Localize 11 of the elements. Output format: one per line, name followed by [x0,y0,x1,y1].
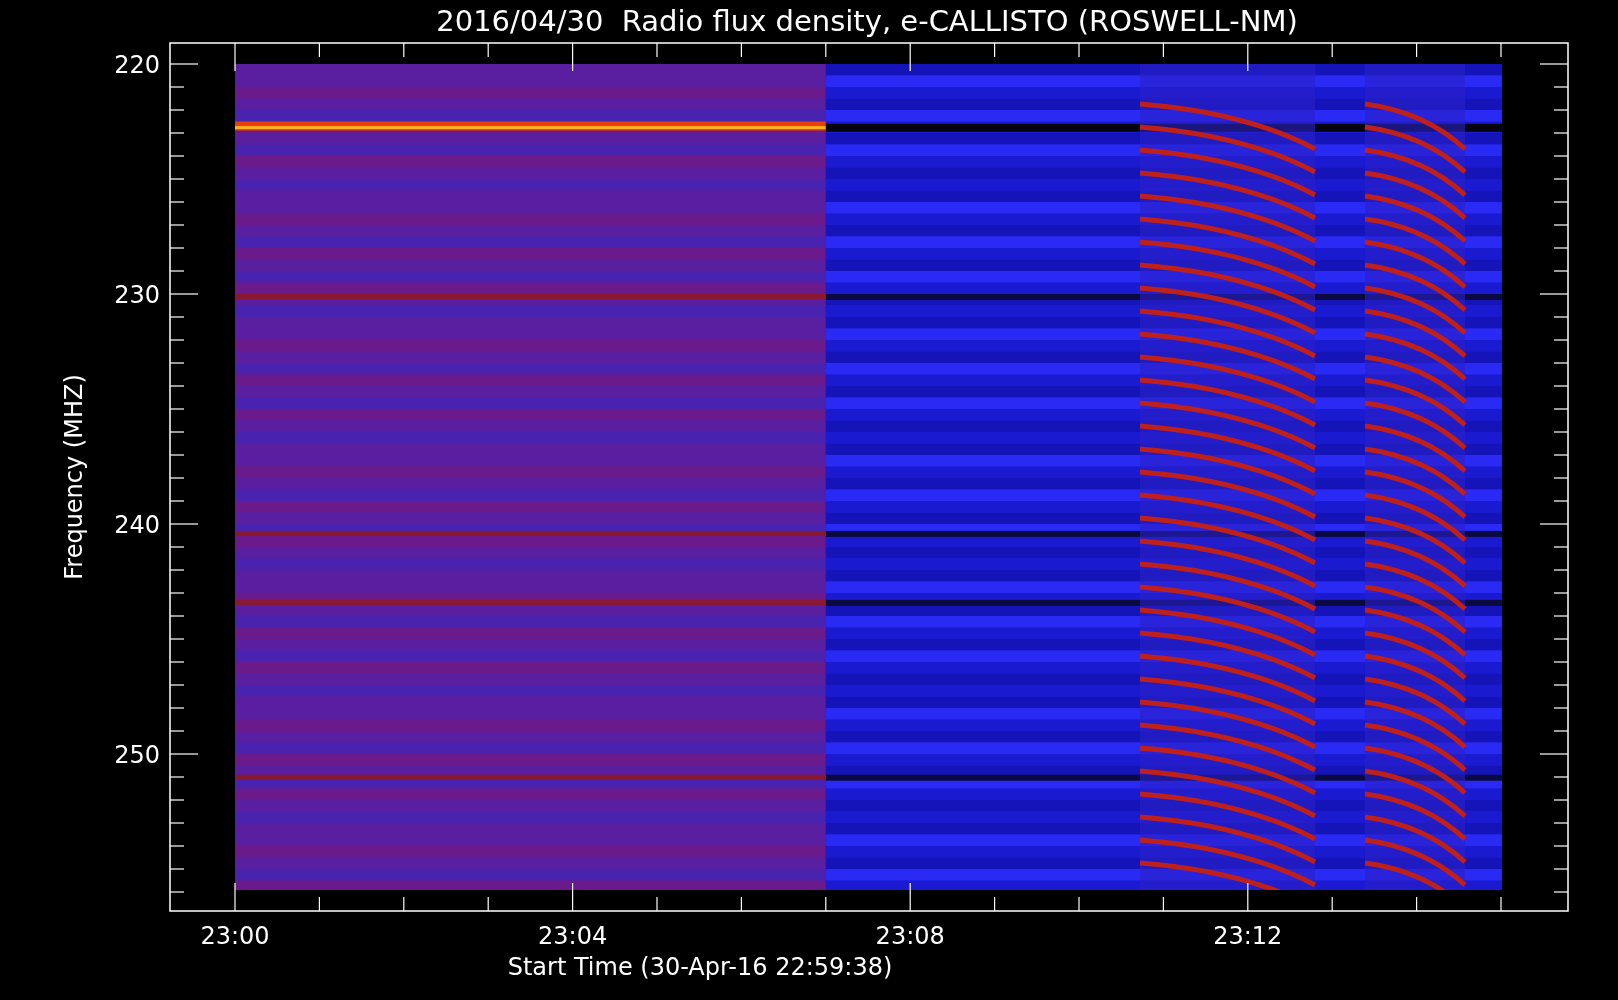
x-axis-label: Start Time (30-Apr-16 22:59:38) [507,953,893,981]
x-tick-label: 23:08 [875,922,945,950]
y-axis-label: Frequency (MHZ) [60,374,88,580]
chart-title: 2016/04/30 Radio flux density, e-CALLISTO (ROSWELL-NM) [436,4,1298,38]
x-tick-label: 23:04 [538,922,608,950]
y-tick-label: 250 [114,741,160,769]
y-tick-label: 220 [114,51,160,79]
y-tick-label: 230 [114,281,160,309]
x-tick-label: 23:00 [200,922,270,950]
x-tick-label: 23:12 [1213,922,1283,950]
y-tick-label: 240 [114,511,160,539]
